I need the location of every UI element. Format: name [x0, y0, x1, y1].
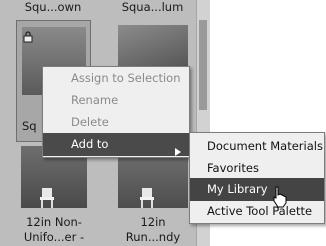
submenu-item-document-materials[interactable]: Document Materials [190, 135, 324, 158]
menu-item-label: Delete [71, 115, 109, 129]
context-menu: Assign to Selection Rename Delete Add to [42, 66, 190, 158]
menu-item-label: Rename [71, 93, 119, 107]
tile-label-selected: Sq [22, 119, 37, 133]
chair-icon [138, 186, 160, 208]
chair-icon [38, 186, 60, 208]
menu-item-label: Favorites [207, 161, 259, 175]
tile-label-bottom-left-2: Unifo...er - [23, 230, 85, 244]
submenu-item-my-library[interactable]: My Library [190, 178, 324, 201]
menu-item-label: Active Tool Palette [207, 204, 313, 218]
submenu-item-favorites[interactable]: Favorites [190, 157, 324, 180]
tile-label-bottom-right-1: 12in [140, 215, 166, 229]
menu-item-label: My Library [207, 182, 268, 196]
tile-label-bottom-right-2: Run...ndy [125, 230, 181, 244]
tile-label-top-left: Squ...own [24, 0, 82, 14]
menu-item-label: Add to [71, 137, 109, 151]
submenu-arrow-icon [175, 141, 181, 156]
scrollbar-thumb[interactable] [199, 20, 207, 110]
tile-label-top-right: Squa...lum [121, 0, 184, 14]
menu-item-delete[interactable]: Delete [43, 111, 189, 134]
submenu-item-active-tool-palette[interactable]: Active Tool Palette [190, 200, 324, 223]
add-to-submenu: Document Materials Favorites My Library … [189, 132, 325, 224]
tile-label-bottom-left-1: 12in Non- [26, 215, 82, 229]
menu-item-assign-to-selection[interactable]: Assign to Selection [43, 67, 189, 90]
menu-item-add-to[interactable]: Add to [43, 133, 189, 156]
menu-item-label: Assign to Selection [71, 71, 181, 85]
cursor-pointer-icon [272, 186, 288, 208]
menu-item-label: Document Materials [207, 139, 323, 153]
lock-icon [23, 28, 33, 43]
menu-item-rename[interactable]: Rename [43, 89, 189, 112]
